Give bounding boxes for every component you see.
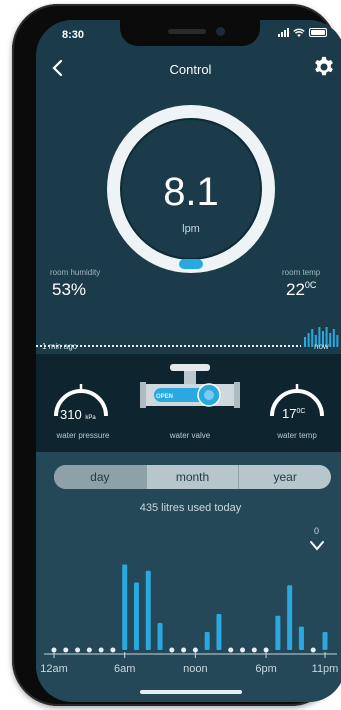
- timeline-tick: [329, 333, 332, 347]
- tab-year[interactable]: year: [238, 465, 331, 489]
- room-temp-value: 220C: [286, 280, 317, 299]
- chart-zero-marker: [98, 647, 104, 653]
- chart-bar: [133, 582, 139, 650]
- flow-unit: lpm: [182, 223, 200, 235]
- chart-zero-marker: [192, 647, 198, 653]
- chart-zero-marker: [251, 647, 257, 653]
- chart-x-label: 6pm: [255, 663, 276, 675]
- status-icons: [278, 28, 327, 37]
- chart-bar: [145, 570, 151, 650]
- chart-top-value: 0: [314, 526, 320, 536]
- timeline-start-label: 1 min ago: [42, 342, 78, 351]
- chart-bar: [322, 632, 328, 650]
- flow-ring-handle: [179, 259, 203, 269]
- timeline-tick: [307, 333, 310, 347]
- nav-bar: Control: [36, 50, 341, 86]
- chart-zero-marker: [110, 647, 116, 653]
- gear-icon[interactable]: [313, 56, 335, 78]
- timeline-tick: [336, 335, 339, 347]
- chart-bar: [275, 615, 281, 650]
- valve-label: water valve: [169, 431, 211, 440]
- chart-zero-marker: [63, 647, 69, 653]
- chart-x-label: 6am: [114, 663, 135, 675]
- timeline-tick: [332, 329, 335, 347]
- pressure-value: 310 kPa: [60, 407, 96, 422]
- humidity-label: room humidity: [50, 268, 101, 277]
- water-temp-label: water temp: [277, 431, 317, 440]
- chart-x-label: noon: [183, 663, 207, 675]
- valve-state-label: OPEN: [156, 394, 174, 400]
- usage-bar-chart: 12am 6am noon 6pm 11pm: [40, 564, 339, 675]
- chart-zero-marker: [86, 647, 92, 653]
- app-screen: 8:30 Control 8.1 lpm room humidity 53% r…: [36, 20, 341, 702]
- chart-zero-marker: [75, 647, 81, 653]
- camera: [216, 27, 225, 36]
- phone-frame: 8:30 Control 8.1 lpm room humidity 53% r…: [12, 4, 341, 706]
- speaker: [168, 29, 206, 34]
- chart-zero-marker: [169, 647, 175, 653]
- chart-x-label: 12am: [40, 663, 68, 675]
- chart-bar: [204, 632, 210, 650]
- cellular-signal-icon: [278, 28, 289, 37]
- activity-timeline: [36, 327, 339, 347]
- chart-bar: [287, 585, 293, 650]
- humidity-value: 53%: [52, 280, 87, 299]
- timeline-tick: [304, 337, 306, 347]
- chart-bar: [216, 614, 222, 650]
- status-time: 8:30: [62, 29, 85, 41]
- page-title: Control: [169, 62, 212, 77]
- chart-bar: [298, 626, 304, 650]
- chart-zero-marker: [310, 647, 316, 653]
- period-selector: day month year: [54, 465, 331, 489]
- timeline-tick: [311, 329, 314, 347]
- flow-value: 8.1: [163, 170, 219, 214]
- room-temp-label: room temp: [282, 268, 321, 277]
- chart-zero-marker: [263, 647, 269, 653]
- chart-bar: [122, 564, 128, 650]
- wifi-icon: [293, 28, 305, 37]
- chart-zero-marker: [228, 647, 234, 653]
- chart-zero-marker: [181, 647, 187, 653]
- pressure-label: water pressure: [56, 431, 110, 440]
- tab-month[interactable]: month: [145, 465, 239, 489]
- water-valve-icon[interactable]: [140, 362, 240, 420]
- water-temp-value: 170C: [282, 406, 306, 421]
- chart-x-label: 11pm: [312, 663, 339, 675]
- tab-day[interactable]: day: [54, 465, 146, 489]
- battery-icon: [309, 28, 327, 37]
- chart-zero-marker: [240, 647, 246, 653]
- chart-bar: [157, 623, 163, 650]
- notch: [120, 20, 260, 46]
- timeline-end-label: now: [314, 342, 329, 351]
- chart-zero-marker: [51, 647, 57, 653]
- home-indicator[interactable]: [140, 690, 242, 694]
- usage-summary: 435 litres used today: [139, 502, 242, 514]
